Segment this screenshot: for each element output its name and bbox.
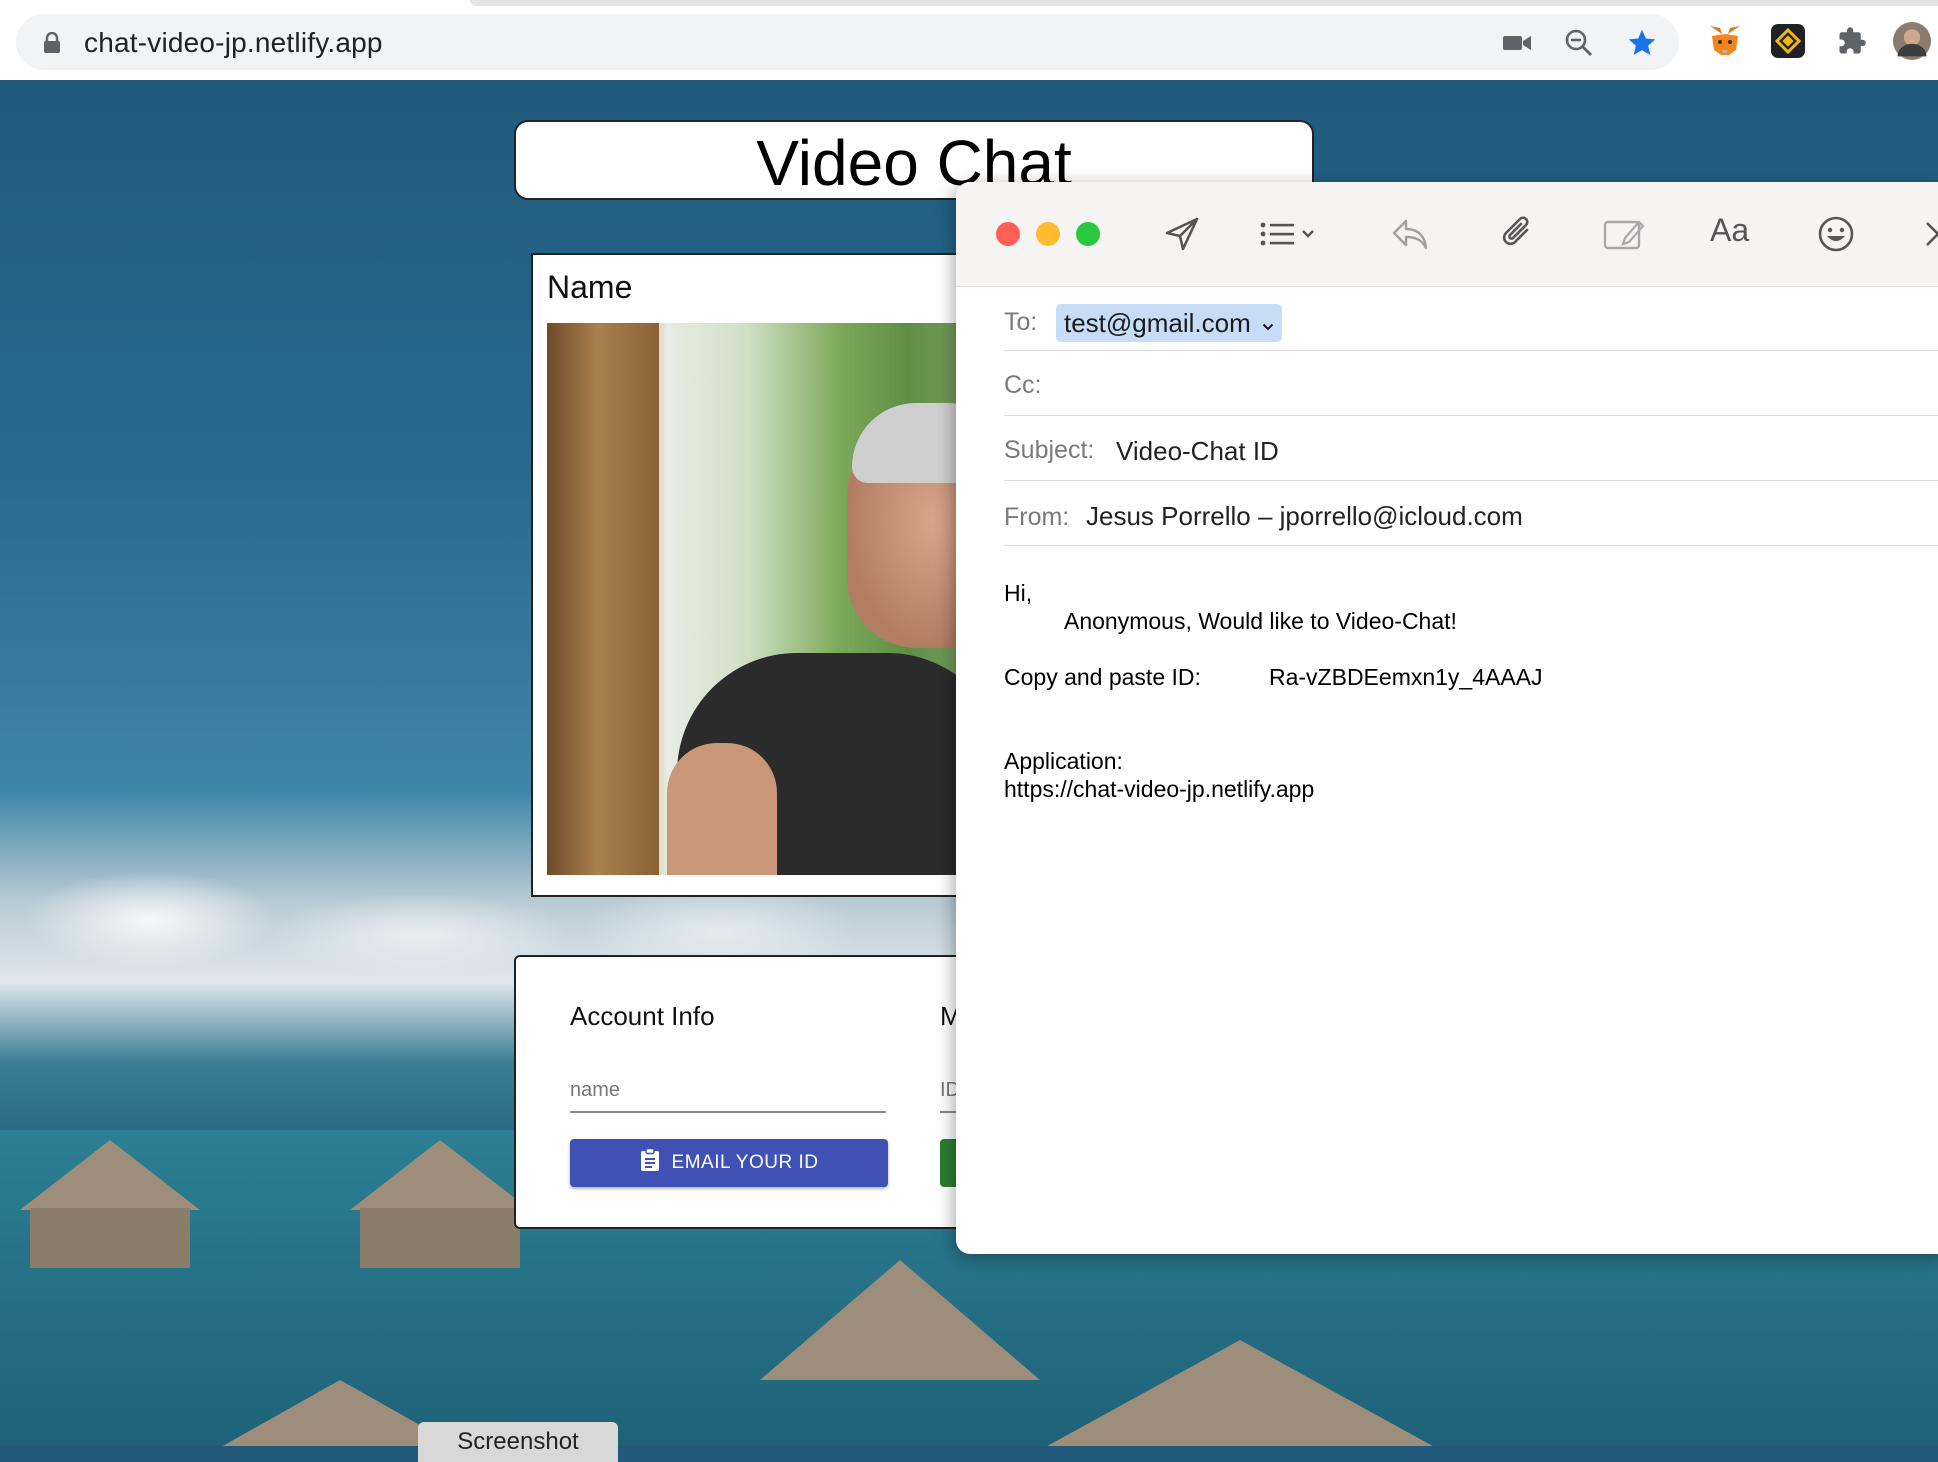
mail-toolbar: Aa: [956, 182, 1938, 287]
attachment-icon[interactable]: [1496, 212, 1540, 256]
send-icon[interactable]: [1160, 212, 1204, 256]
font-icon[interactable]: Aa: [1710, 212, 1749, 249]
mail-compose-window: Aa To: test@gmail.com Cc: Subject: Video…: [956, 182, 1938, 1254]
video-pillar: [547, 323, 659, 875]
to-recipient-chip[interactable]: test@gmail.com: [1056, 304, 1283, 342]
email-your-id-label: EMAIL YOUR ID: [671, 1152, 819, 1173]
body-app-url[interactable]: https://chat-video-jp.netlify.app: [1004, 776, 1314, 803]
from-value[interactable]: Jesus Porrello – jporrello@icloud.com: [1086, 501, 1523, 532]
from-label: From:: [1004, 503, 1070, 531]
cc-row[interactable]: Cc:: [1004, 351, 1938, 416]
binance-extension-icon[interactable]: [1769, 22, 1807, 60]
to-label: To:: [1004, 308, 1038, 336]
local-video: [547, 323, 987, 875]
zoom-out-icon[interactable]: [1562, 26, 1596, 60]
video-card: Name: [531, 253, 995, 897]
chevron-down-icon: [1262, 304, 1274, 342]
video-person-arm: [667, 743, 777, 875]
background-hut: [760, 1260, 1040, 1380]
body-greeting: Hi,: [1004, 580, 1033, 606]
lock-icon[interactable]: [42, 31, 62, 54]
extensions-puzzle-icon[interactable]: [1833, 22, 1871, 60]
clipboard-icon: [640, 1147, 660, 1178]
body-line-1: Anonymous, Would like to Video-Chat!: [1064, 608, 1457, 634]
minimize-window-button[interactable]: [1036, 222, 1060, 246]
subject-value[interactable]: Video-Chat ID: [1116, 436, 1279, 467]
subject-label: Subject:: [1004, 436, 1095, 464]
close-window-button[interactable]: [996, 222, 1020, 246]
to-recipient-text: test@gmail.com: [1064, 308, 1251, 338]
cc-label: Cc:: [1004, 371, 1042, 399]
video-name-label: Name: [547, 269, 633, 305]
body-copy-label: Copy and paste ID:: [1004, 664, 1201, 690]
tab-strip: [470, 0, 1938, 6]
background-hut: [350, 1140, 530, 1210]
reply-icon[interactable]: [1388, 212, 1432, 256]
address-bar[interactable]: chat-video-jp.netlify.app: [16, 14, 1679, 70]
background-hut: [20, 1140, 200, 1210]
profile-avatar[interactable]: [1893, 22, 1931, 60]
body-copy-id: Ra-vZBDEemxn1y_4AAAJ: [1269, 664, 1543, 690]
background-hut: [30, 1208, 190, 1268]
url-text[interactable]: chat-video-jp.netlify.app: [84, 27, 383, 59]
email-your-id-button[interactable]: EMAIL YOUR ID: [570, 1139, 888, 1187]
account-info-title: Account Info: [570, 1001, 715, 1031]
close-icon[interactable]: [1916, 212, 1938, 256]
body-app-label: Application:: [1004, 748, 1123, 774]
subject-row[interactable]: Subject: Video-Chat ID: [1004, 416, 1938, 481]
browser-toolbar: chat-video-jp.netlify.app: [0, 0, 1938, 81]
metamask-extension-icon[interactable]: [1706, 22, 1744, 60]
background-hut: [1040, 1340, 1440, 1446]
account-info-card: Account Info M name ID EMAIL YOUR ID: [514, 955, 980, 1229]
name-input[interactable]: name: [570, 1075, 886, 1113]
bookmark-star-icon[interactable]: [1625, 26, 1659, 60]
format-list-icon[interactable]: [1258, 212, 1324, 256]
screenshot-button[interactable]: Screenshot: [418, 1422, 618, 1462]
to-row: To: test@gmail.com: [1004, 286, 1938, 351]
camera-icon[interactable]: [1500, 26, 1534, 60]
zoom-window-button[interactable]: [1076, 222, 1100, 246]
from-row[interactable]: From: Jesus Porrello – jporrello@icloud.…: [1004, 481, 1938, 546]
markup-icon[interactable]: [1602, 212, 1646, 256]
background-hut: [360, 1208, 520, 1268]
emoji-icon[interactable]: [1814, 212, 1858, 256]
